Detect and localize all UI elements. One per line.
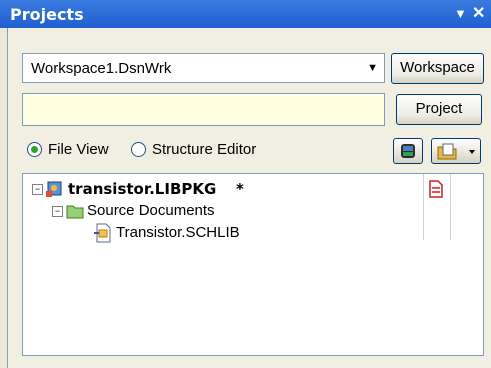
project-button[interactable]: Project — [396, 94, 482, 125]
file-view-radio[interactable]: File View — [27, 141, 109, 158]
collapse-icon[interactable]: − — [52, 206, 63, 217]
tree-empty-area — [23, 244, 483, 245]
schematic-library-icon — [94, 223, 111, 243]
modified-flag: * — [236, 180, 244, 198]
books-icon — [401, 144, 415, 158]
tree-row-folder[interactable]: − Source Documents — [23, 200, 483, 222]
close-icon[interactable]: ✕ — [472, 3, 485, 23]
workspace-combo-value: Workspace1.DsnWrk — [31, 60, 172, 77]
workspace-button[interactable]: Workspace — [391, 53, 484, 84]
radio-selected-icon — [27, 142, 42, 157]
structure-editor-label: Structure Editor — [152, 141, 257, 158]
panel-title: Projects — [10, 5, 84, 24]
document-label: Transistor.SCHLIB — [116, 224, 240, 241]
chevron-down-icon[interactable]: ▼ — [367, 62, 378, 74]
project-field[interactable] — [22, 93, 385, 126]
tree-row-document[interactable]: Transistor.SCHLIB — [23, 222, 483, 244]
library-package-icon — [46, 181, 62, 197]
folder-label: Source Documents — [87, 202, 215, 219]
panel-menu-dropdown-icon[interactable]: ▼ — [454, 6, 467, 21]
tree-row-project[interactable]: − transistor.LIBPKG * — [23, 178, 483, 200]
project-name: transistor.LIBPKG — [68, 180, 217, 198]
folder-icon — [66, 205, 84, 219]
workspace-combo[interactable]: Workspace1.DsnWrk ▼ — [22, 53, 385, 83]
project-tree[interactable]: − transistor.LIBPKG * − Source Documents… — [22, 173, 484, 356]
open-document-dropdown-button[interactable] — [431, 138, 481, 164]
collapse-icon[interactable]: − — [32, 184, 43, 195]
document-status-icon — [429, 180, 443, 198]
radio-unselected-icon — [131, 142, 146, 157]
open-folder-icon — [437, 143, 475, 160]
file-view-label: File View — [48, 141, 109, 158]
project-options-button[interactable] — [393, 138, 423, 164]
structure-editor-radio[interactable]: Structure Editor — [131, 141, 256, 158]
panel-title-bar: Projects ▼ ✕ — [0, 0, 491, 28]
